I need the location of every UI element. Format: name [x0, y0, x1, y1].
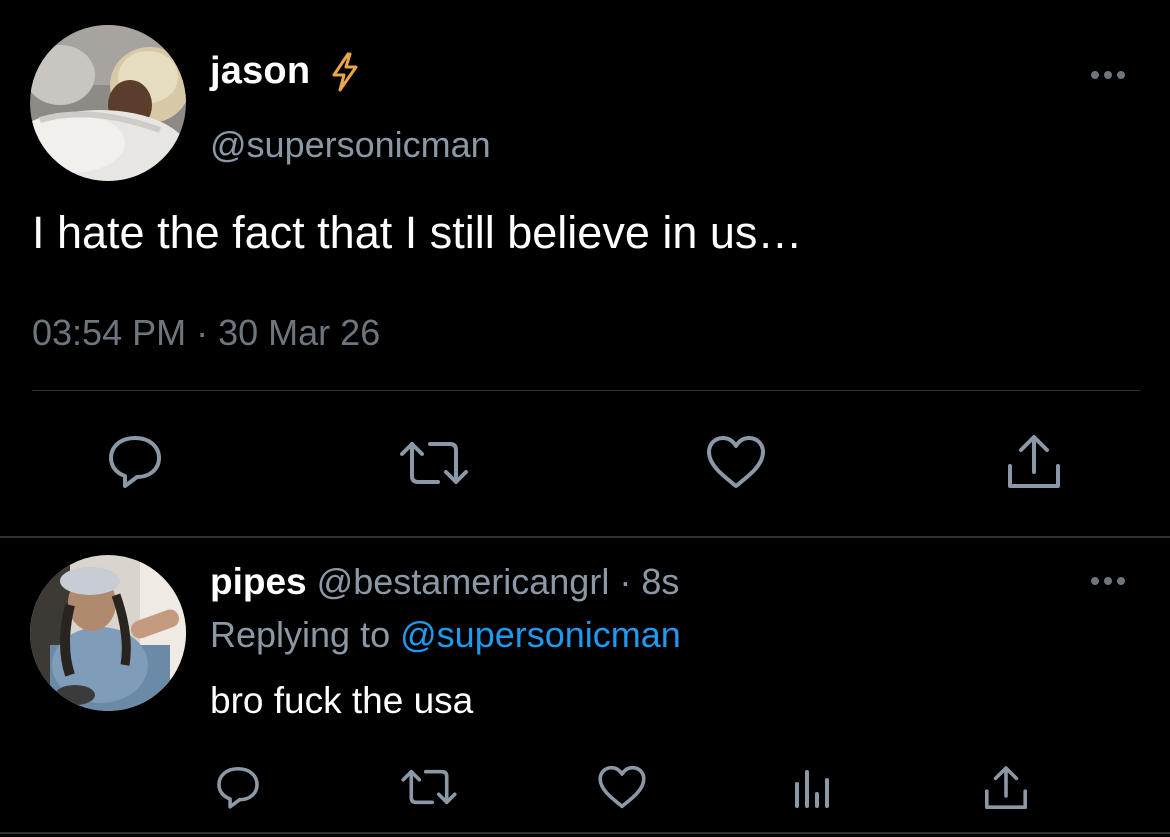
share-icon — [1008, 435, 1060, 488]
divider — [32, 390, 1140, 391]
retweet-button[interactable] — [398, 436, 470, 490]
like-button[interactable] — [705, 434, 767, 490]
replying-prefix: Replying to — [210, 614, 391, 655]
avatar-image — [30, 25, 186, 181]
tweet-date: 30 Mar 26 — [218, 312, 381, 353]
reply-icon — [109, 436, 161, 488]
share-button[interactable] — [982, 764, 1030, 812]
section-divider — [0, 536, 1170, 538]
main-tweet: jason @supersonicman I hate the fact tha… — [0, 0, 1170, 536]
reply-header: pipes @bestamericangrl · 8s — [210, 561, 679, 603]
tweet-text: I hate the fact that I still believe in … — [32, 207, 803, 258]
like-button[interactable] — [597, 764, 647, 810]
reply-icon — [217, 766, 259, 809]
reply-button[interactable] — [214, 764, 262, 810]
retweet-icon — [401, 769, 457, 805]
reply-age[interactable]: 8s — [641, 561, 679, 602]
display-name[interactable]: jason — [210, 50, 310, 93]
tweet-detail-view: jason @supersonicman I hate the fact tha… — [0, 0, 1170, 837]
tweet-time: 03:54 PM — [32, 312, 187, 353]
retweet-button[interactable] — [400, 765, 458, 809]
avatar[interactable] — [30, 555, 186, 711]
analytics-button[interactable] — [792, 766, 832, 808]
analytics-icon — [795, 770, 829, 808]
more-options-icon[interactable] — [1088, 574, 1128, 588]
share-icon — [985, 766, 1027, 809]
meta-separator: · — [619, 561, 632, 602]
avatar-image — [30, 555, 186, 711]
replying-to-line: Replying to @supersonicman — [210, 614, 681, 656]
handle[interactable]: @bestamericangrl — [317, 561, 610, 602]
handle[interactable]: @supersonicman — [210, 124, 491, 166]
bottom-divider — [0, 832, 1170, 834]
mention-link[interactable]: @supersonicman — [400, 614, 681, 655]
avatar[interactable] — [30, 25, 186, 181]
reply-text: bro fuck the usa — [210, 680, 474, 721]
meta-separator: · — [196, 312, 209, 353]
lightning-bolt-icon — [332, 52, 358, 92]
share-button[interactable] — [1004, 432, 1064, 492]
display-name[interactable]: pipes — [210, 561, 307, 602]
more-options-icon[interactable] — [1088, 68, 1128, 82]
like-icon — [707, 436, 765, 488]
retweet-icon — [400, 442, 468, 484]
like-icon — [598, 765, 646, 809]
tweet-timestamp[interactable]: 03:54 PM · 30 Mar 26 — [32, 312, 380, 354]
reply-button[interactable] — [105, 432, 165, 490]
